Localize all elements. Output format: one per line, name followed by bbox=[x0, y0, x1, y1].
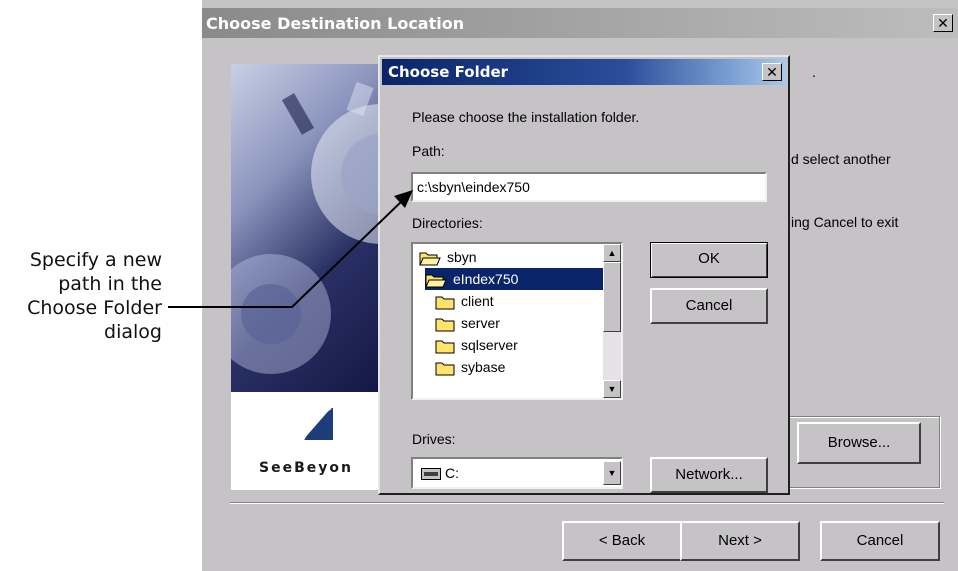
callout-arrow-icon bbox=[168, 190, 413, 308]
